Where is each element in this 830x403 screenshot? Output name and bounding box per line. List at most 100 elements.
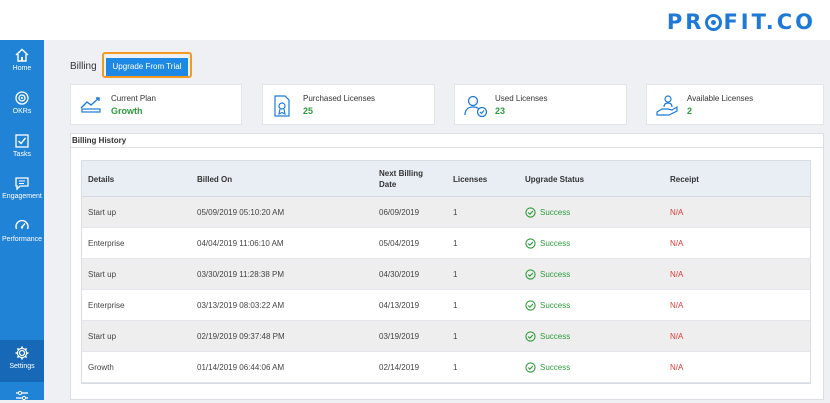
cell-upgrade-status: Success: [525, 197, 570, 228]
sliders-icon: [16, 390, 28, 401]
target-icon: [15, 91, 29, 105]
cell-details: Enterprise: [88, 301, 125, 310]
check-circle-icon: [525, 362, 536, 373]
card-value: 2: [687, 106, 693, 116]
cell-details: Start up: [88, 332, 117, 341]
certificate-icon: [274, 95, 290, 117]
status-text: Success: [540, 332, 571, 341]
cell-details: Enterprise: [88, 239, 125, 248]
cell-upgrade-status: Success: [525, 228, 570, 259]
page-title: Billing: [70, 61, 97, 72]
cell-billed-on: 05/09/2019 05:10:20 AM: [197, 208, 285, 217]
card-current-plan: Current Plan Growth: [70, 84, 242, 125]
table-header: Details Billed On Next Billing Date Lice…: [82, 161, 810, 197]
cell-receipt[interactable]: N/A: [670, 290, 683, 321]
checkbox-icon: [15, 134, 29, 148]
main-content: Billing Upgrade From Trial Current Plan …: [44, 40, 830, 400]
user-check-icon: [464, 95, 488, 118]
billing-history-table: Details Billed On Next Billing Date Lice…: [81, 160, 811, 384]
status-text: Success: [540, 270, 571, 279]
cell-licenses: 1: [453, 270, 458, 279]
cell-next-billing-date: 02/14/2019: [379, 363, 420, 372]
cell-licenses: 1: [453, 332, 458, 341]
cell-upgrade-status: Success: [525, 290, 570, 321]
sidebar-label-performance: Performance: [1, 236, 43, 243]
hand-user-icon: [656, 95, 678, 116]
check-circle-icon: [525, 238, 536, 249]
card-used-licenses: Used Licenses 23: [454, 84, 627, 125]
plan-icon: [80, 97, 101, 113]
status-text: Success: [540, 363, 571, 372]
home-icon: [15, 48, 29, 62]
card-value: 23: [495, 106, 506, 116]
cell-next-billing-date: 05/04/2019: [379, 239, 420, 248]
column-header-receipt: Receipt: [670, 174, 699, 184]
cell-receipt[interactable]: N/A: [670, 228, 683, 259]
status-text: Success: [540, 208, 571, 217]
sidebar-item-performance[interactable]: Performance: [0, 213, 44, 255]
cell-next-billing-date: 06/09/2019: [379, 208, 420, 217]
table-row: Enterprise 04/04/2019 11:06:10 AM 05/04/20…: [82, 228, 810, 259]
sidebar-item-engagement[interactable]: Engagement: [0, 170, 44, 212]
cell-receipt[interactable]: N/A: [670, 259, 683, 290]
column-header-billed-on: Billed On: [197, 174, 233, 184]
status-text: Success: [540, 301, 571, 310]
cell-details: Start up: [88, 270, 117, 279]
sidebar-label-tasks: Tasks: [13, 151, 31, 158]
cell-licenses: 1: [453, 208, 458, 217]
cell-upgrade-status: Success: [525, 352, 570, 383]
logo-target-icon: [705, 13, 723, 31]
profit-co-logo[interactable]: PR FIT.CO: [667, 10, 816, 34]
table-row: Enterprise 03/13/2019 08:03:22 AM 04/13/20…: [82, 290, 810, 321]
cell-billed-on: 01/14/2019 06:44:06 AM: [197, 363, 285, 372]
column-header-licenses: Licenses: [453, 174, 488, 184]
logo-prefix: PR: [666, 10, 705, 34]
sidebar-item-settings[interactable]: Settings: [0, 340, 44, 382]
card-title: Available Licenses: [687, 94, 754, 103]
cell-receipt[interactable]: N/A: [670, 352, 683, 383]
sidebar-label-okrs: OKRs: [12, 108, 32, 115]
sidebar-label-settings: Settings: [9, 363, 35, 370]
cell-receipt[interactable]: N/A: [670, 321, 683, 352]
check-circle-icon: [525, 269, 536, 280]
cell-next-billing-date: 04/13/2019: [379, 301, 420, 310]
sidebar-item-tasks[interactable]: Tasks: [0, 128, 44, 170]
card-title: Current Plan: [111, 94, 156, 103]
chat-icon: [15, 177, 29, 191]
cell-details: Growth: [88, 363, 114, 372]
sidebar: Home OKRs Tasks Engagement Performance S…: [0, 40, 44, 401]
cell-receipt[interactable]: N/A: [670, 197, 683, 228]
top-bar: PR FIT.CO: [0, 0, 830, 40]
cell-upgrade-status: Success: [525, 321, 570, 352]
cell-billed-on: 03/30/2019 11:28:38 PM: [197, 270, 285, 279]
table-body: Start up 05/09/2019 05:10:20 AM 06/09/2019…: [82, 197, 810, 383]
table-row: Start up 02/19/2019 09:37:48 PM 03/19/2019…: [82, 321, 810, 352]
cell-next-billing-date: 04/30/2019: [379, 270, 420, 279]
column-header-next-billing-date: Next Billing Date: [379, 169, 424, 189]
billing-history-panel: Billing History Details Billed On Next B…: [70, 133, 824, 400]
status-text: Success: [540, 239, 571, 248]
column-header-upgrade-status: Upgrade Status: [525, 174, 585, 184]
card-value: Growth: [111, 106, 143, 116]
sidebar-label-home: Home: [12, 65, 32, 72]
cell-licenses: 1: [453, 239, 458, 248]
cell-upgrade-status: Success: [525, 259, 570, 290]
sidebar-item-more[interactable]: [0, 384, 44, 401]
upgrade-from-trial-button[interactable]: Upgrade From Trial: [106, 57, 188, 76]
card-available-licenses: Available Licenses 2: [646, 84, 824, 125]
table-row: Start up 03/30/2019 11:28:38 PM 04/30/2019…: [82, 259, 810, 290]
cell-details: Start up: [88, 208, 117, 217]
check-circle-icon: [525, 300, 536, 311]
card-title: Purchased Licenses: [303, 94, 376, 103]
check-circle-icon: [525, 207, 536, 218]
card-value: 25: [303, 106, 314, 116]
cell-licenses: 1: [453, 363, 458, 372]
table-row: Growth 01/14/2019 06:44:06 AM 02/14/2019 1 S…: [82, 352, 810, 383]
card-purchased-licenses: Purchased Licenses 25: [262, 84, 435, 125]
billing-history-title: Billing History: [71, 134, 823, 148]
check-circle-icon: [525, 331, 536, 342]
sidebar-item-home[interactable]: Home: [0, 42, 44, 84]
cell-billed-on: 04/04/2019 11:06:10 AM: [197, 239, 284, 248]
sidebar-item-okrs[interactable]: OKRs: [0, 85, 44, 127]
logo-suffix: FIT.CO: [723, 10, 816, 34]
